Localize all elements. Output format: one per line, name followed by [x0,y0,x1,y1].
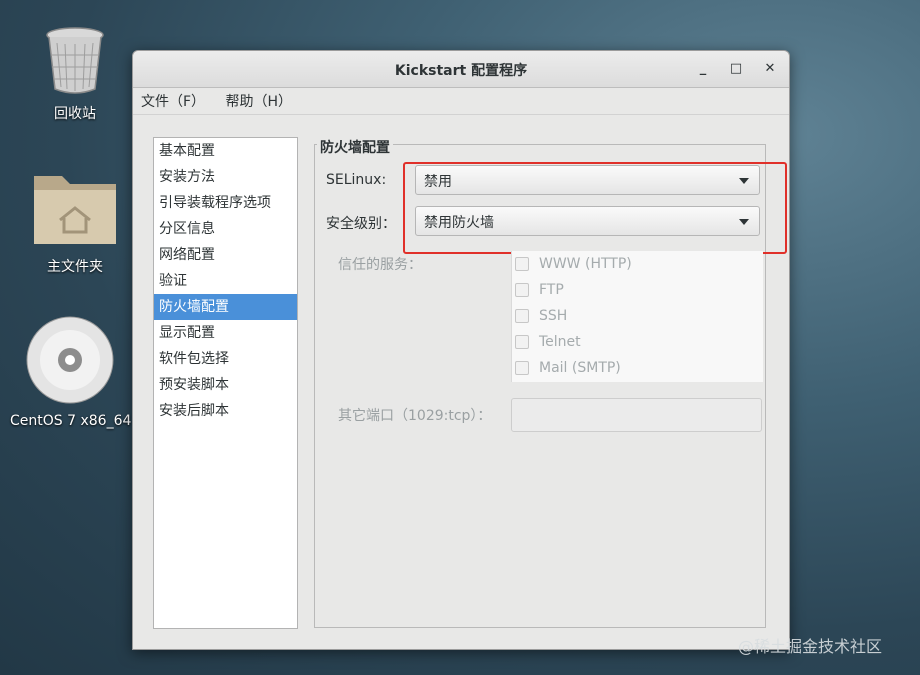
service-item-telnet[interactable]: Telnet [512,329,763,355]
other-ports-label: 其它端口（1029:tcp）： [338,408,492,424]
menu-bar: 文件（F） 帮助（H） [133,88,789,115]
sidebar-item-display[interactable]: 显示配置 [154,320,297,346]
menu-file[interactable]: 文件（F） [133,88,213,112]
trusted-services-label: 信任的服务： [338,257,422,273]
sidebar-item-packages[interactable]: 软件包选择 [154,346,297,372]
trash-icon [46,27,104,94]
sidebar-item-bootloader[interactable]: 引导装载程序选项 [154,190,297,216]
checkbox-icon[interactable] [515,361,529,375]
close-button[interactable]: ✕ [760,59,780,79]
service-label: FTP [539,282,564,298]
disc-icon [26,316,114,404]
checkbox-icon[interactable] [515,309,529,323]
sidebar-item-partition[interactable]: 分区信息 [154,216,297,242]
checkbox-icon[interactable] [515,335,529,349]
sidebar-item-basic[interactable]: 基本配置 [154,138,297,164]
other-ports-input[interactable] [511,398,762,432]
sidebar-item-auth[interactable]: 验证 [154,268,297,294]
desktop-icon-label: 主文件夹 [47,259,103,275]
minimize-button[interactable]: _ [693,59,713,79]
desktop-home-folder[interactable]: 主文件夹 [15,168,135,276]
sidebar-item-firewall[interactable]: 防火墙配置 [154,294,297,320]
desktop-cdrom[interactable]: CentOS 7 x86_64 [10,315,132,429]
service-item-mail[interactable]: Mail (SMTP) [512,355,763,381]
checkbox-icon[interactable] [515,283,529,297]
annotation-highlight-box [403,162,787,254]
service-label: Mail (SMTP) [539,360,621,376]
trusted-services-list: WWW (HTTP) FTP SSH Telnet Mail (SMTP) [511,251,763,382]
service-item-www[interactable]: WWW (HTTP) [512,251,763,277]
service-label: WWW (HTTP) [539,256,632,272]
sidebar-item-pre-script[interactable]: 预安装脚本 [154,372,297,398]
desktop-trash[interactable]: 回收站 [15,25,135,123]
selinux-label: SELinux: [326,172,387,188]
desktop-icon-label: CentOS 7 x86_64 [10,413,132,429]
folder-icon [34,176,116,244]
sidebar-item-install-method[interactable]: 安装方法 [154,164,297,190]
sidebar-item-network[interactable]: 网络配置 [154,242,297,268]
title-bar[interactable]: Kickstart 配置程序 _ □ ✕ [133,51,789,88]
category-list: 基本配置 安装方法 引导装载程序选项 分区信息 网络配置 验证 防火墙配置 显示… [153,137,298,629]
checkbox-icon[interactable] [515,257,529,271]
watermark: @稀土掘金技术社区 [738,637,883,656]
window-title: Kickstart 配置程序 [394,63,528,79]
service-item-ftp[interactable]: FTP [512,277,763,303]
menu-help[interactable]: 帮助（H） [218,88,301,112]
service-item-ssh[interactable]: SSH [512,303,763,329]
maximize-button[interactable]: □ [726,59,746,79]
sidebar-item-post-script[interactable]: 安装后脚本 [154,398,297,424]
desktop-icon-label: 回收站 [54,106,96,122]
kickstart-window: Kickstart 配置程序 _ □ ✕ 文件（F） 帮助（H） 基本配置 安装… [132,50,790,650]
service-label: SSH [539,308,568,324]
group-title: 防火墙配置 [317,137,393,157]
security-level-label: 安全级别： [326,216,396,232]
service-label: Telnet [539,334,581,350]
